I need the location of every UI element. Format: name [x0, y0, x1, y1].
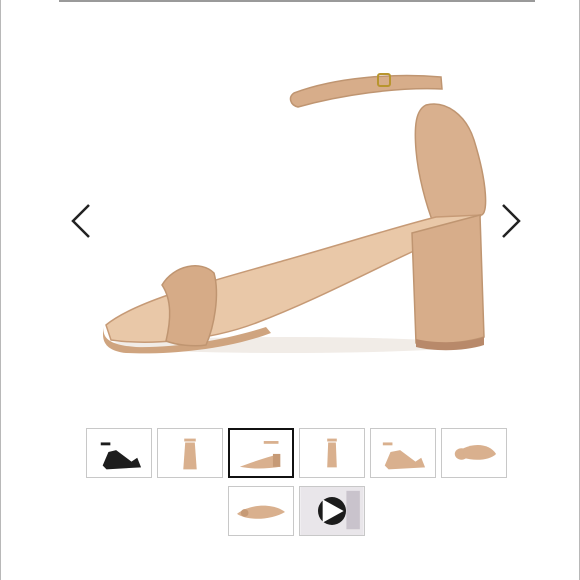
thumbnail-2[interactable] — [157, 428, 223, 478]
sandal-illustration — [102, 73, 487, 354]
nude-sandal-angle-thumbnail-icon — [382, 442, 426, 470]
product-gallery-frame — [0, 0, 580, 580]
thumbnail-3[interactable] — [228, 428, 294, 478]
nude-sandal-back-thumbnail-icon — [327, 438, 337, 468]
thumbnail-1[interactable] — [86, 428, 152, 478]
nude-sandal-sole-thumbnail-icon — [237, 505, 285, 519]
thumbnail-6[interactable] — [441, 428, 507, 478]
next-image-button[interactable] — [491, 196, 531, 246]
main-product-image — [96, 55, 496, 385]
chevron-left-icon — [71, 204, 90, 238]
nude-sandal-side-thumbnail-icon — [239, 441, 281, 469]
play-icon[interactable] — [318, 497, 346, 525]
thumbnail-8-video[interactable] — [299, 486, 365, 536]
thumbnail-5[interactable] — [370, 428, 436, 478]
thumbnail-4[interactable] — [299, 428, 365, 478]
chevron-right-icon — [502, 204, 521, 238]
top-divider — [59, 0, 535, 2]
previous-image-button[interactable] — [61, 196, 101, 246]
nude-sandal-front-thumbnail-icon — [183, 438, 197, 470]
thumbnail-7[interactable] — [228, 486, 294, 536]
black-sandal-thumbnail-icon — [100, 442, 142, 470]
nude-sandal-top-thumbnail-icon — [454, 444, 497, 460]
